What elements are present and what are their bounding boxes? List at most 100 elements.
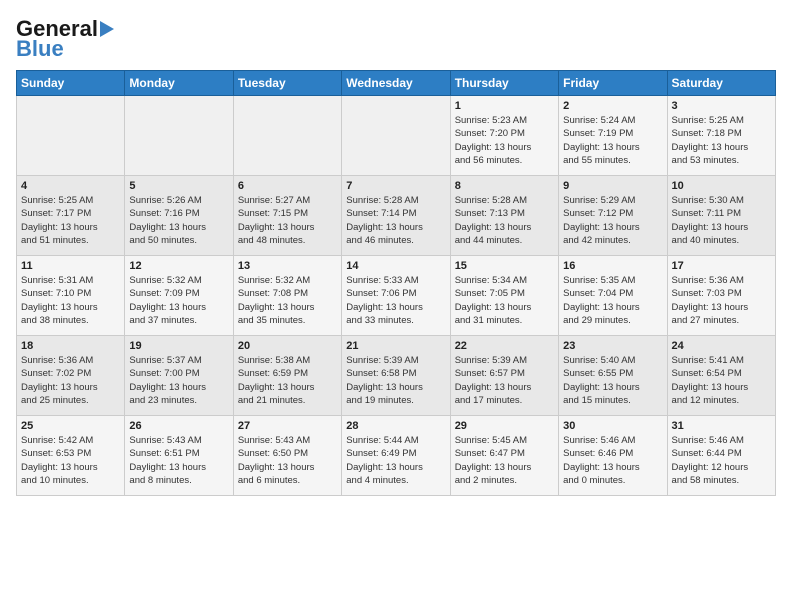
day-content: Sunrise: 5:42 AM Sunset: 6:53 PM Dayligh… (21, 434, 120, 487)
header-saturday: Saturday (667, 71, 775, 96)
calendar-cell: 14 Sunrise: 5:33 AM Sunset: 7:06 PM Dayli… (342, 256, 450, 336)
day-content: Sunrise: 5:39 AM Sunset: 6:58 PM Dayligh… (346, 354, 445, 407)
day-number: 25 (21, 420, 120, 432)
day-content: Sunrise: 5:32 AM Sunset: 7:08 PM Dayligh… (238, 274, 337, 327)
day-number: 11 (21, 260, 120, 272)
day-content: Sunrise: 5:31 AM Sunset: 7:10 PM Dayligh… (21, 274, 120, 327)
header-tuesday: Tuesday (233, 71, 341, 96)
calendar-cell: 28 Sunrise: 5:44 AM Sunset: 6:49 PM Dayli… (342, 416, 450, 496)
calendar-cell: 17 Sunrise: 5:36 AM Sunset: 7:03 PM Dayli… (667, 256, 775, 336)
day-content: Sunrise: 5:28 AM Sunset: 7:13 PM Dayligh… (455, 194, 554, 247)
logo-blue: Blue (16, 36, 64, 62)
day-content: Sunrise: 5:24 AM Sunset: 7:19 PM Dayligh… (563, 114, 662, 167)
calendar-cell: 13 Sunrise: 5:32 AM Sunset: 7:08 PM Dayli… (233, 256, 341, 336)
day-content: Sunrise: 5:46 AM Sunset: 6:44 PM Dayligh… (672, 434, 771, 487)
calendar-cell: 19 Sunrise: 5:37 AM Sunset: 7:00 PM Dayli… (125, 336, 233, 416)
week-row-2: 4 Sunrise: 5:25 AM Sunset: 7:17 PM Daylig… (17, 176, 776, 256)
calendar-cell: 9 Sunrise: 5:29 AM Sunset: 7:12 PM Daylig… (559, 176, 667, 256)
day-content: Sunrise: 5:33 AM Sunset: 7:06 PM Dayligh… (346, 274, 445, 327)
calendar-cell: 30 Sunrise: 5:46 AM Sunset: 6:46 PM Dayli… (559, 416, 667, 496)
header-friday: Friday (559, 71, 667, 96)
day-number: 14 (346, 260, 445, 272)
calendar-cell: 23 Sunrise: 5:40 AM Sunset: 6:55 PM Dayli… (559, 336, 667, 416)
calendar-cell (17, 96, 125, 176)
day-content: Sunrise: 5:26 AM Sunset: 7:16 PM Dayligh… (129, 194, 228, 247)
day-number: 13 (238, 260, 337, 272)
day-content: Sunrise: 5:32 AM Sunset: 7:09 PM Dayligh… (129, 274, 228, 327)
calendar-cell: 10 Sunrise: 5:30 AM Sunset: 7:11 PM Dayli… (667, 176, 775, 256)
week-row-1: 1 Sunrise: 5:23 AM Sunset: 7:20 PM Daylig… (17, 96, 776, 176)
day-content: Sunrise: 5:43 AM Sunset: 6:51 PM Dayligh… (129, 434, 228, 487)
calendar-cell: 25 Sunrise: 5:42 AM Sunset: 6:53 PM Dayli… (17, 416, 125, 496)
day-content: Sunrise: 5:23 AM Sunset: 7:20 PM Dayligh… (455, 114, 554, 167)
calendar-cell: 22 Sunrise: 5:39 AM Sunset: 6:57 PM Dayli… (450, 336, 558, 416)
day-number: 29 (455, 420, 554, 432)
day-content: Sunrise: 5:25 AM Sunset: 7:17 PM Dayligh… (21, 194, 120, 247)
day-number: 23 (563, 340, 662, 352)
calendar-cell: 20 Sunrise: 5:38 AM Sunset: 6:59 PM Dayli… (233, 336, 341, 416)
day-number: 2 (563, 100, 662, 112)
calendar-cell: 16 Sunrise: 5:35 AM Sunset: 7:04 PM Dayli… (559, 256, 667, 336)
day-number: 18 (21, 340, 120, 352)
day-number: 28 (346, 420, 445, 432)
logo-arrow-icon (100, 21, 114, 37)
day-number: 8 (455, 180, 554, 192)
day-number: 31 (672, 420, 771, 432)
calendar-cell: 4 Sunrise: 5:25 AM Sunset: 7:17 PM Daylig… (17, 176, 125, 256)
day-content: Sunrise: 5:36 AM Sunset: 7:03 PM Dayligh… (672, 274, 771, 327)
calendar-cell: 3Sunrise: 5:25 AM Sunset: 7:18 PM Daylig… (667, 96, 775, 176)
week-row-3: 11 Sunrise: 5:31 AM Sunset: 7:10 PM Dayli… (17, 256, 776, 336)
calendar-cell: 29 Sunrise: 5:45 AM Sunset: 6:47 PM Dayli… (450, 416, 558, 496)
day-content: Sunrise: 5:39 AM Sunset: 6:57 PM Dayligh… (455, 354, 554, 407)
day-number: 6 (238, 180, 337, 192)
week-row-4: 18 Sunrise: 5:36 AM Sunset: 7:02 PM Dayli… (17, 336, 776, 416)
day-content: Sunrise: 5:45 AM Sunset: 6:47 PM Dayligh… (455, 434, 554, 487)
day-content: Sunrise: 5:30 AM Sunset: 7:11 PM Dayligh… (672, 194, 771, 247)
day-content: Sunrise: 5:29 AM Sunset: 7:12 PM Dayligh… (563, 194, 662, 247)
day-content: Sunrise: 5:36 AM Sunset: 7:02 PM Dayligh… (21, 354, 120, 407)
calendar-cell: 12Sunrise: 5:32 AM Sunset: 7:09 PM Dayli… (125, 256, 233, 336)
calendar-cell: 6 Sunrise: 5:27 AM Sunset: 7:15 PM Daylig… (233, 176, 341, 256)
calendar-header-row: SundayMondayTuesdayWednesdayThursdayFrid… (17, 71, 776, 96)
header-sunday: Sunday (17, 71, 125, 96)
header-monday: Monday (125, 71, 233, 96)
calendar-cell: 26 Sunrise: 5:43 AM Sunset: 6:51 PM Dayli… (125, 416, 233, 496)
day-number: 9 (563, 180, 662, 192)
calendar-cell (125, 96, 233, 176)
day-number: 26 (129, 420, 228, 432)
day-number: 10 (672, 180, 771, 192)
day-number: 27 (238, 420, 337, 432)
calendar-cell (233, 96, 341, 176)
day-content: Sunrise: 5:27 AM Sunset: 7:15 PM Dayligh… (238, 194, 337, 247)
calendar-cell: 5Sunrise: 5:26 AM Sunset: 7:16 PM Daylig… (125, 176, 233, 256)
day-number: 17 (672, 260, 771, 272)
day-number: 22 (455, 340, 554, 352)
day-number: 4 (21, 180, 120, 192)
day-number: 1 (455, 100, 554, 112)
day-content: Sunrise: 5:46 AM Sunset: 6:46 PM Dayligh… (563, 434, 662, 487)
day-content: Sunrise: 5:28 AM Sunset: 7:14 PM Dayligh… (346, 194, 445, 247)
day-number: 30 (563, 420, 662, 432)
page-header: General Blue (16, 16, 776, 62)
day-content: Sunrise: 5:43 AM Sunset: 6:50 PM Dayligh… (238, 434, 337, 487)
day-content: Sunrise: 5:44 AM Sunset: 6:49 PM Dayligh… (346, 434, 445, 487)
week-row-5: 25 Sunrise: 5:42 AM Sunset: 6:53 PM Dayli… (17, 416, 776, 496)
calendar-cell: 21 Sunrise: 5:39 AM Sunset: 6:58 PM Dayli… (342, 336, 450, 416)
day-number: 16 (563, 260, 662, 272)
calendar-cell: 18 Sunrise: 5:36 AM Sunset: 7:02 PM Dayli… (17, 336, 125, 416)
day-content: Sunrise: 5:37 AM Sunset: 7:00 PM Dayligh… (129, 354, 228, 407)
day-number: 24 (672, 340, 771, 352)
day-content: Sunrise: 5:34 AM Sunset: 7:05 PM Dayligh… (455, 274, 554, 327)
day-number: 19 (129, 340, 228, 352)
calendar-cell: 2 Sunrise: 5:24 AM Sunset: 7:19 PM Daylig… (559, 96, 667, 176)
day-content: Sunrise: 5:38 AM Sunset: 6:59 PM Dayligh… (238, 354, 337, 407)
logo: General Blue (16, 16, 114, 62)
header-wednesday: Wednesday (342, 71, 450, 96)
calendar-cell: 27 Sunrise: 5:43 AM Sunset: 6:50 PM Dayli… (233, 416, 341, 496)
calendar-cell: 24Sunrise: 5:41 AM Sunset: 6:54 PM Dayli… (667, 336, 775, 416)
day-content: Sunrise: 5:40 AM Sunset: 6:55 PM Dayligh… (563, 354, 662, 407)
day-number: 21 (346, 340, 445, 352)
day-number: 3 (672, 100, 771, 112)
day-content: Sunrise: 5:35 AM Sunset: 7:04 PM Dayligh… (563, 274, 662, 327)
day-number: 20 (238, 340, 337, 352)
